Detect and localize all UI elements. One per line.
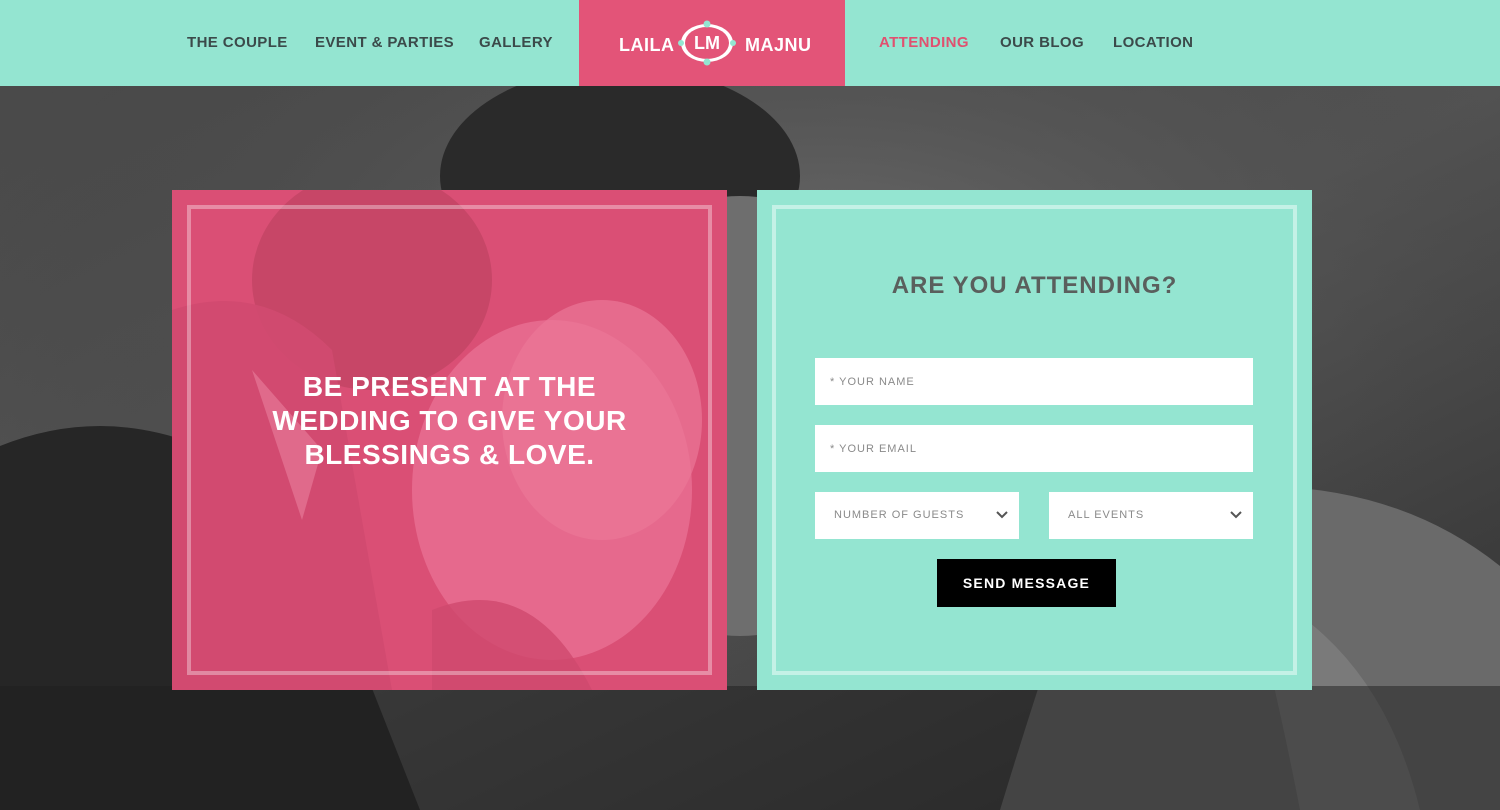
chevron-down-icon xyxy=(1230,511,1242,519)
tagline-panel: BE PRESENT AT THE WEDDING TO GIVE YOUR B… xyxy=(172,190,727,690)
monogram-badge: LM xyxy=(677,19,737,67)
rsvp-title: ARE YOU ATTENDING? xyxy=(891,272,1178,299)
guests-select-value: NUMBER OF GUESTS xyxy=(834,509,965,521)
nav-link-gallery[interactable]: GALLERY xyxy=(479,0,553,86)
nav-link-our-blog[interactable]: OUR BLOG xyxy=(1000,0,1084,86)
nav-link-attending[interactable]: ATTENDING xyxy=(879,0,969,86)
name-input[interactable] xyxy=(815,358,1253,405)
events-select[interactable]: ALL EVENTS xyxy=(1049,492,1253,539)
chevron-down-icon xyxy=(996,511,1008,519)
send-message-button[interactable]: SEND MESSAGE xyxy=(937,559,1116,607)
nav-link-location[interactable]: LOCATION xyxy=(1113,0,1193,86)
nav-link-events-parties[interactable]: EVENT & PARTIES xyxy=(315,0,454,86)
monogram-initials: LM xyxy=(694,33,720,53)
rsvp-form-panel: ARE YOU ATTENDING? NUMBER OF GUESTS ALL … xyxy=(757,190,1312,690)
nav-link-the-couple[interactable]: THE COUPLE xyxy=(187,0,288,86)
site-logo[interactable]: LAILA LM MAJNU xyxy=(579,0,845,86)
top-navbar: THE COUPLE EVENT & PARTIES GALLERY LAILA… xyxy=(0,0,1500,86)
guests-select[interactable]: NUMBER OF GUESTS xyxy=(815,492,1019,539)
email-input[interactable] xyxy=(815,425,1253,472)
events-select-value: ALL EVENTS xyxy=(1068,509,1145,521)
hero-tagline: BE PRESENT AT THE WEDDING TO GIVE YOUR B… xyxy=(272,371,627,470)
logo-bride-name: LAILA xyxy=(619,35,675,55)
logo-groom-name: MAJNU xyxy=(745,35,812,55)
